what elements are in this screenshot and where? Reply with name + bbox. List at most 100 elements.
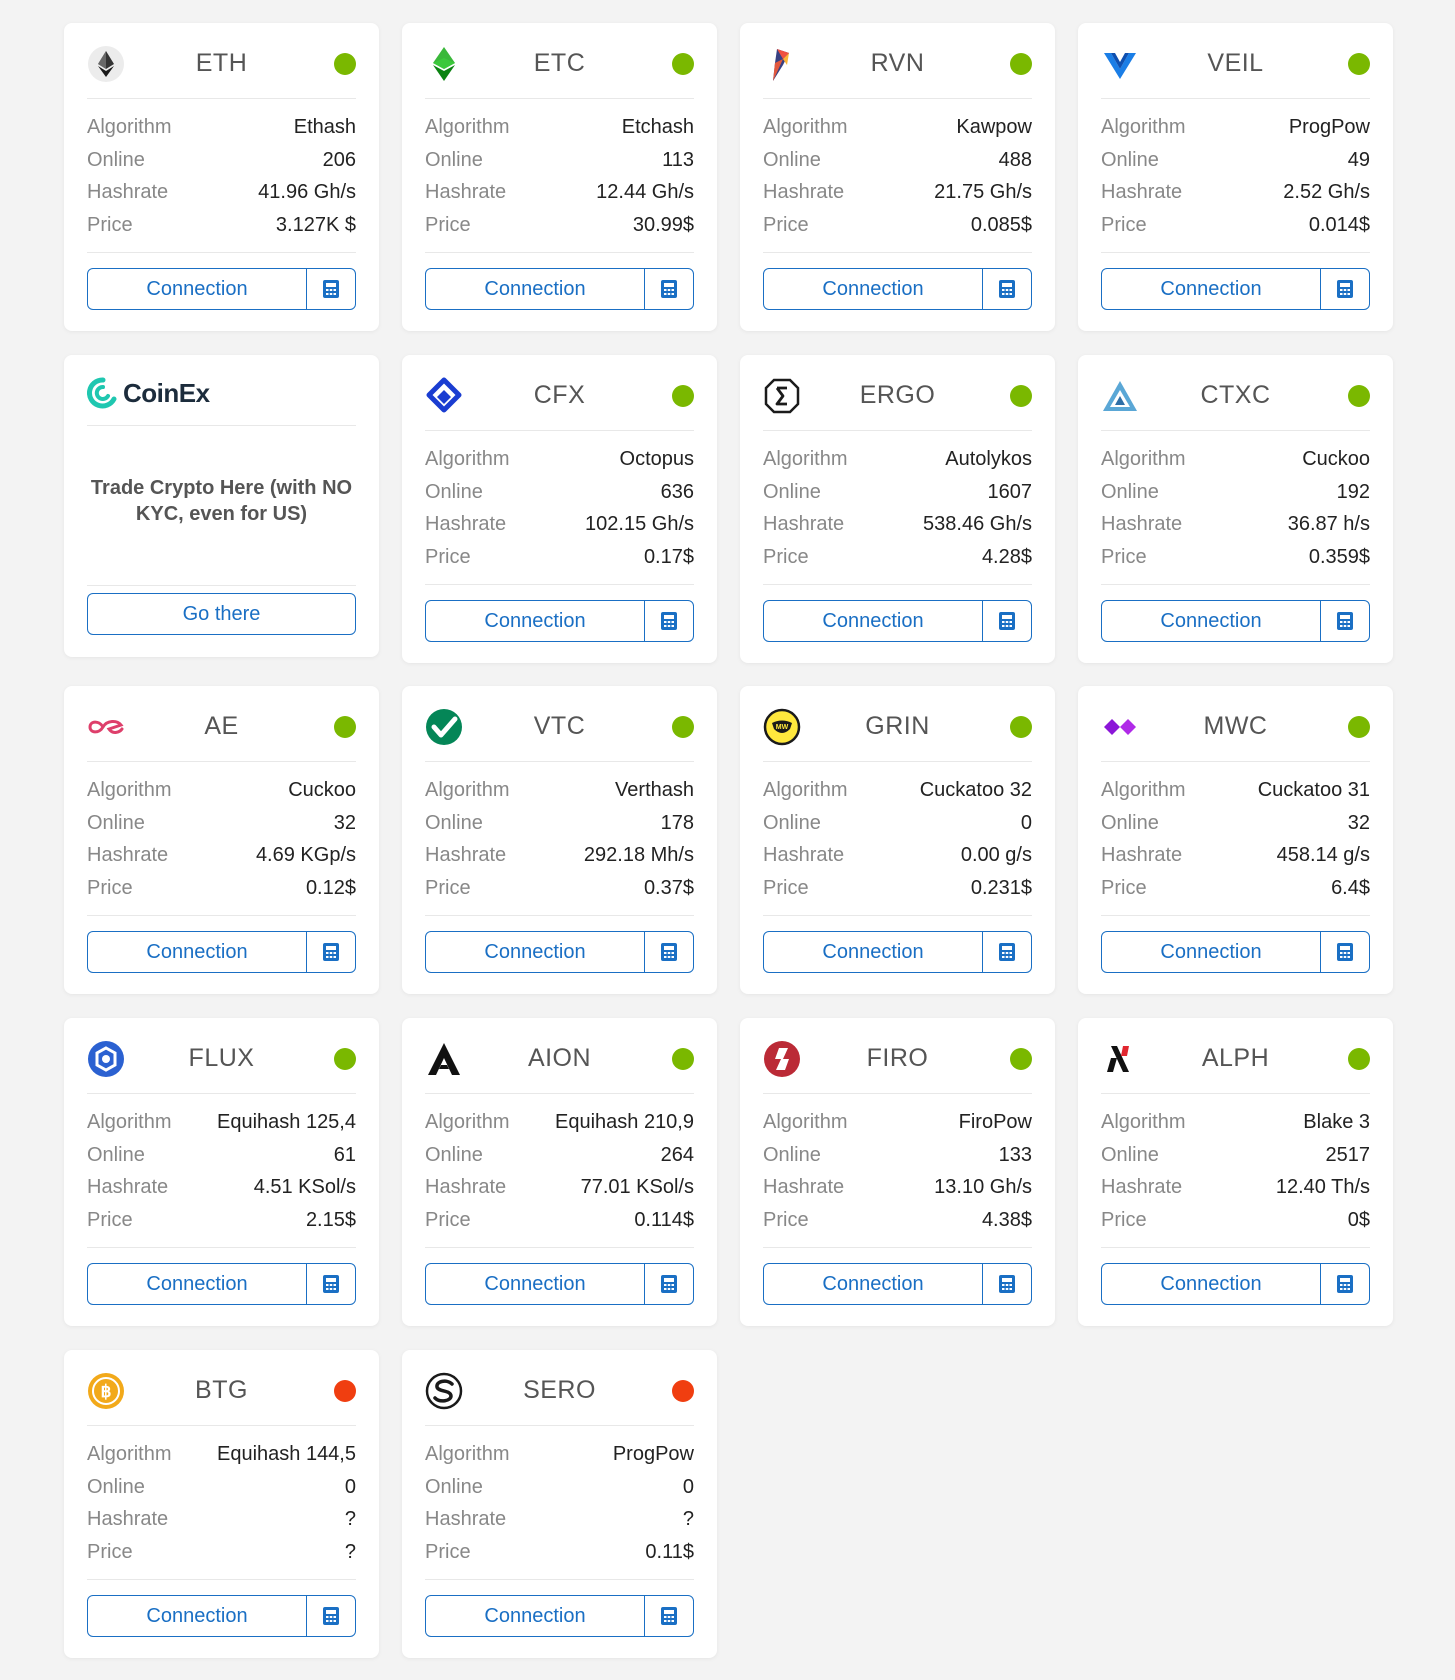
coin-name: ETC [533,49,586,77]
stat-label-online: Online [87,1475,145,1498]
connection-button[interactable]: Connection [88,1264,307,1304]
calculator-button[interactable] [1321,601,1369,641]
stat-label-price: Price [1101,1208,1147,1231]
stat-label-hashrate: Hashrate [87,181,169,203]
stat-label-hashrate: Hashrate [425,1176,507,1198]
calculator-icon [1335,942,1355,962]
connection-button[interactable]: Connection [764,932,983,972]
stat-row-hashrate: Hashrate 292.18 Mh/s [425,839,694,872]
connection-button-group: Connection [87,268,356,310]
connection-button[interactable]: Connection [1102,601,1321,641]
calculator-button[interactable] [645,1264,693,1304]
calculator-button[interactable] [983,932,1031,972]
stat-row-algorithm: Algorithm Kawpow [763,111,1032,144]
stat-row-hashrate: Hashrate? [425,1503,694,1536]
stat-row-online: Online 49 [1101,144,1370,177]
calculator-button[interactable] [983,269,1031,309]
stat-label-online: Online [1101,480,1159,503]
stat-label-price: Price [425,1540,471,1563]
stat-label-hashrate: Hashrate [1101,513,1183,535]
go-there-button[interactable]: Go there [87,593,356,635]
stat-row-price: Price 0.11$ [425,1536,694,1569]
calculator-icon [659,1274,679,1294]
card-divider [763,915,1032,916]
stat-row-hashrate: Hashrate 458.14 g/s [1101,839,1370,872]
stat-label-online: Online [425,1475,483,1498]
stat-row-hashrate: Hashrate? [87,1503,356,1536]
stat-label-hashrate: Hashrate [763,513,845,535]
ad-divider-top [87,425,356,426]
calculator-button[interactable] [645,601,693,641]
card-divider [425,1247,694,1248]
stat-label-price: Price [1101,545,1147,568]
coin-name: FIRO [866,1044,929,1072]
stat-label-online: Online [87,1143,145,1166]
connection-button[interactable]: Connection [764,601,983,641]
stat-label-price: Price [425,876,471,899]
ad-card-coinex: CoinEx Trade Crypto Here (with NO KYC, e… [64,355,379,657]
connection-button[interactable]: Connection [764,269,983,309]
connection-button[interactable]: Connection [1102,932,1321,972]
calculator-button[interactable] [307,1596,355,1636]
connection-button[interactable]: Connection [88,269,307,309]
stat-row-hashrate: Hashrate 41.96 Gh/s [87,176,356,209]
stat-row-online: Online 192 [1101,476,1370,509]
coin-card-header: AION [425,1018,694,1094]
stat-row-online: Online 61 [87,1139,356,1172]
calculator-button[interactable] [1321,1264,1369,1304]
stat-value-hashrate: 4.51 KSol/s [253,1176,356,1198]
stat-label-algorithm: Algorithm [763,116,848,138]
connection-button[interactable]: Connection [764,1264,983,1304]
stat-label-online: Online [87,811,145,834]
coinex-logo[interactable]: CoinEx [87,375,210,411]
status-dot-online [1348,53,1370,75]
stat-label-algorithm: Algorithm [87,779,172,801]
connection-button[interactable]: Connection [1102,269,1321,309]
calculator-button[interactable] [307,932,355,972]
connection-button[interactable]: Connection [426,269,645,309]
coin-name: RVN [870,49,925,77]
calculator-button[interactable] [307,1264,355,1304]
stat-row-online: Online 488 [763,144,1032,177]
calculator-button[interactable] [645,1596,693,1636]
connection-button[interactable]: Connection [1102,1264,1321,1304]
coin-name: FLUX [188,1044,255,1072]
stat-row-price: Price? [87,1536,356,1569]
stat-row-hashrate: Hashrate 13.10 Gh/s [763,1171,1032,1204]
stat-value-online: 178 [660,811,694,834]
stat-value-hashrate: 538.46 Gh/s [923,513,1032,535]
calculator-button[interactable] [1321,932,1369,972]
stat-row-algorithm: Algorithm FiroPow [763,1106,1032,1139]
connection-button[interactable]: Connection [426,1596,645,1636]
calculator-icon [1335,1274,1355,1294]
coin-card-veil: VEIL Algorithm ProgPow Online 49 Hashrate 2.52… [1078,23,1393,331]
connection-button[interactable]: Connection [426,932,645,972]
connection-button[interactable]: Connection [88,1596,307,1636]
stat-label-algorithm: Algorithm [1101,116,1186,138]
connection-button[interactable]: Connection [426,601,645,641]
calculator-button[interactable] [983,601,1031,641]
stat-value-online: 32 [333,811,356,834]
connection-button-group: Connection [425,268,694,310]
stat-value-hashrate: ? [344,1508,356,1530]
calculator-button[interactable] [983,1264,1031,1304]
calculator-button[interactable] [645,269,693,309]
stat-row-online: Online 0 [425,1471,694,1504]
coin-card-firo: FIRO Algorithm FiroPow Online 133 Hashrate 13.… [740,1018,1055,1326]
connection-button[interactable]: Connection [426,1264,645,1304]
calculator-button[interactable] [307,269,355,309]
coin-card-header: ฿ BTG [87,1350,356,1426]
coin-card-btg: ฿ BTG Algorithm Equihash 144,5 Online 0 Hashra… [64,1350,379,1658]
stat-value-hashrate: 21.75 Gh/s [934,181,1032,203]
stat-label-hashrate: Hashrate [425,181,507,203]
coin-name: VTC [533,712,586,740]
connection-button[interactable]: Connection [88,932,307,972]
stat-row-hashrate: Hashrate 538.46 Gh/s [763,508,1032,541]
stat-value-algorithm: Cuckatoo 32 [919,779,1032,801]
stat-row-price: Price 4.28$ [763,541,1032,574]
stat-value-hashrate: 77.01 KSol/s [580,1176,694,1198]
calculator-button[interactable] [645,932,693,972]
status-dot-online [334,716,356,738]
calculator-button[interactable] [1321,269,1369,309]
coin-card-header: MW GRIN [763,686,1032,762]
